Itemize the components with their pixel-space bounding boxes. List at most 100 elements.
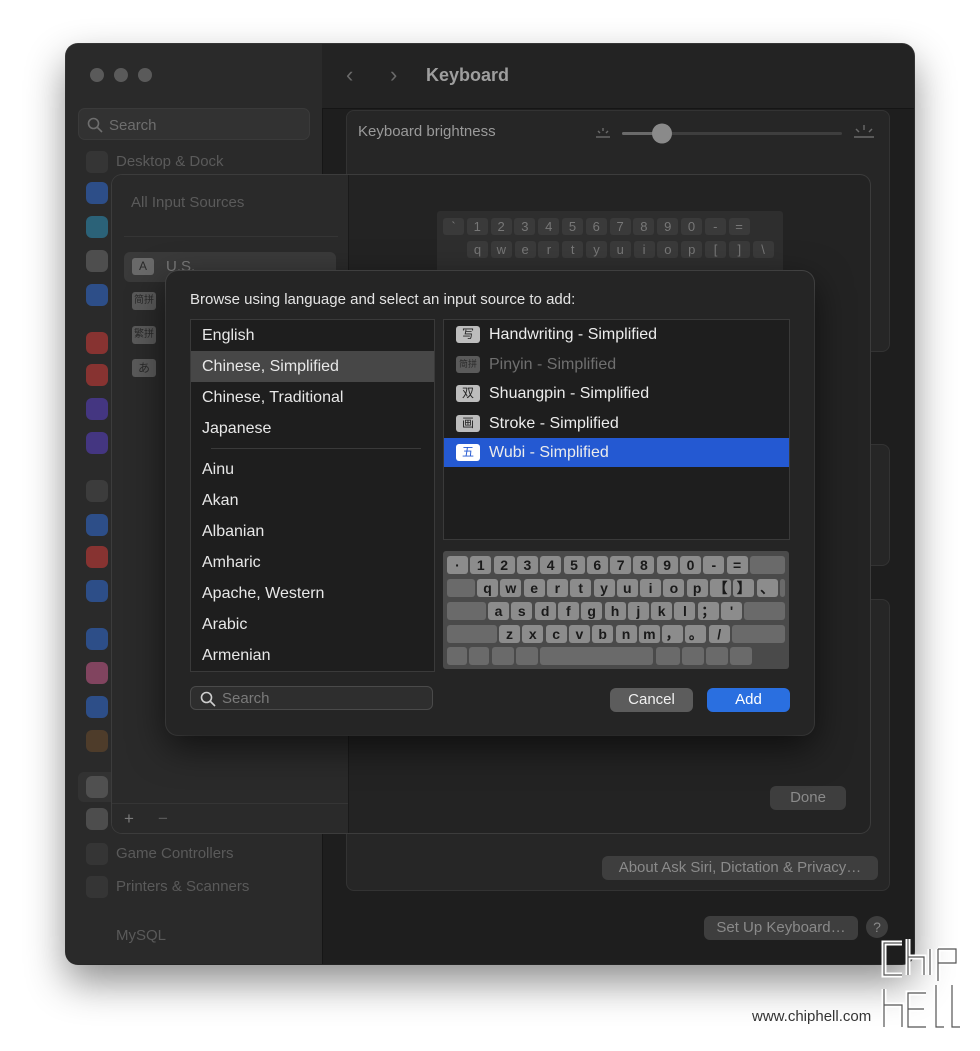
- icloud-icon[interactable]: [86, 696, 108, 718]
- privacy-icon[interactable]: [86, 514, 108, 536]
- language-item-japanese[interactable]: Japanese: [191, 413, 434, 444]
- key: r: [546, 579, 568, 597]
- mouse-icon[interactable]: [86, 808, 108, 830]
- done-button[interactable]: Done: [770, 786, 846, 810]
- language-search-field[interactable]: Search: [190, 686, 433, 710]
- appearance-icon[interactable]: [86, 182, 108, 204]
- focus-icon[interactable]: [86, 398, 108, 420]
- divider: [112, 803, 348, 804]
- key-blank: [491, 647, 514, 665]
- set-up-keyboard-button[interactable]: Set Up Keyboard…: [704, 916, 858, 940]
- key: 【: [710, 579, 731, 597]
- spotlight-icon[interactable]: [86, 250, 108, 272]
- sheet-key: u: [609, 241, 631, 258]
- pinyin-traditional-glyph[interactable]: 繁拼: [132, 326, 156, 344]
- key: -: [703, 556, 725, 574]
- key: j: [627, 602, 649, 620]
- key-blank: [732, 625, 785, 643]
- key: k: [651, 602, 673, 620]
- key: 2: [493, 556, 515, 574]
- language-list-divider: [211, 448, 421, 449]
- key: /: [708, 625, 730, 643]
- search-placeholder: Search: [222, 690, 270, 707]
- sidebar-item-desktop-dock[interactable]: Desktop & Dock: [86, 149, 312, 175]
- divider: [124, 236, 338, 237]
- key: q: [477, 579, 498, 597]
- pinyin-simplified-glyph[interactable]: 简拼: [132, 292, 156, 310]
- language-item-apache-western[interactable]: Apache, Western: [191, 578, 434, 609]
- chiphell-logo-icon: [881, 939, 960, 1030]
- input-source-label: Shuangpin - Simplified: [489, 385, 650, 402]
- language-item-akan[interactable]: Akan: [191, 485, 434, 516]
- language-item-chinese-traditional[interactable]: Chinese, Traditional: [191, 382, 434, 413]
- key: x: [522, 625, 544, 643]
- touch-id-icon[interactable]: [86, 546, 108, 568]
- sound-icon[interactable]: [86, 364, 108, 386]
- toolbar: ‹ ›: [322, 44, 914, 109]
- key: h: [604, 602, 626, 620]
- wallet-icon[interactable]: [86, 730, 108, 752]
- brightness-slider[interactable]: [592, 122, 878, 144]
- language-list[interactable]: English Chinese, Simplified Chinese, Tra…: [190, 319, 435, 672]
- remove-source-button[interactable]: −: [158, 809, 168, 829]
- input-source-list[interactable]: 写 Handwriting - Simplified 简拼 Pinyin - S…: [443, 319, 790, 540]
- screen-time-icon[interactable]: [86, 432, 108, 454]
- accessibility-icon[interactable]: [86, 216, 108, 238]
- language-item-albanian[interactable]: Albanian: [191, 516, 434, 547]
- input-source-wubi[interactable]: 五 Wubi - Simplified: [444, 438, 789, 467]
- wubi-glyph-icon: 五: [456, 444, 480, 461]
- sheet-key: 1: [466, 218, 488, 235]
- users-icon[interactable]: [86, 580, 108, 602]
- sheet-key: o: [657, 241, 679, 258]
- key: 9: [656, 556, 678, 574]
- sidebar-item-mysql[interactable]: MySQL: [86, 923, 312, 949]
- lock-screen-icon[interactable]: [86, 480, 108, 502]
- language-item-ainu[interactable]: Ainu: [191, 454, 434, 485]
- key: ，: [662, 625, 684, 643]
- sheet-key: 4: [538, 218, 560, 235]
- sheet-key: 8: [633, 218, 655, 235]
- language-item-armenian[interactable]: Armenian: [191, 640, 434, 671]
- input-source-shuangpin[interactable]: 双 Shuangpin - Simplified: [444, 379, 789, 408]
- about-siri-dictation-button[interactable]: About Ask Siri, Dictation & Privacy…: [602, 856, 878, 880]
- all-input-sources-label: All Input Sources: [131, 194, 245, 211]
- language-item-chinese-simplified[interactable]: Chinese, Simplified: [191, 351, 434, 382]
- wallpaper-icon[interactable]: [86, 284, 108, 306]
- key: 0: [680, 556, 701, 574]
- japanese-glyph[interactable]: あ: [132, 359, 156, 377]
- key: 4: [540, 556, 562, 574]
- notifications-icon[interactable]: [86, 332, 108, 354]
- printer-icon: [86, 876, 108, 898]
- key: 、: [756, 579, 778, 597]
- back-chevron-icon[interactable]: ‹: [346, 62, 353, 88]
- language-item-arabic[interactable]: Arabic: [191, 609, 434, 640]
- sidebar-search-field[interactable]: Search: [78, 108, 310, 140]
- game-center-icon[interactable]: [86, 662, 108, 684]
- key-blank: [447, 625, 497, 643]
- key: 7: [610, 556, 632, 574]
- key: p: [686, 579, 708, 597]
- sheet-key: p: [681, 241, 703, 258]
- language-item-english[interactable]: English: [191, 320, 434, 351]
- add-source-button[interactable]: +: [124, 809, 134, 829]
- input-source-handwriting[interactable]: 写 Handwriting - Simplified: [444, 320, 789, 349]
- internet-accounts-icon[interactable]: [86, 628, 108, 650]
- cancel-button[interactable]: Cancel: [610, 688, 693, 712]
- minimize-window-button[interactable]: [114, 68, 128, 82]
- key-blank: [749, 556, 785, 574]
- input-source-stroke[interactable]: 画 Stroke - Simplified: [444, 409, 789, 438]
- key: z: [499, 625, 520, 643]
- language-item-amharic[interactable]: Amharic: [191, 547, 434, 578]
- sheet-key: 9: [657, 218, 679, 235]
- zoom-window-button[interactable]: [138, 68, 152, 82]
- sheet-key: e: [514, 241, 536, 258]
- sidebar-item-printers-scanners[interactable]: Printers & Scanners: [86, 874, 312, 900]
- sheet-key: 0: [681, 218, 702, 235]
- sidebar-item-game-controllers[interactable]: Game Controllers: [86, 841, 312, 867]
- close-window-button[interactable]: [90, 68, 104, 82]
- forward-chevron-icon[interactable]: ›: [390, 62, 397, 88]
- add-button[interactable]: Add: [707, 688, 790, 712]
- key: =: [726, 556, 748, 574]
- pinyin-glyph-icon: 简拼: [456, 355, 480, 373]
- input-source-label: Stroke - Simplified: [489, 414, 619, 432]
